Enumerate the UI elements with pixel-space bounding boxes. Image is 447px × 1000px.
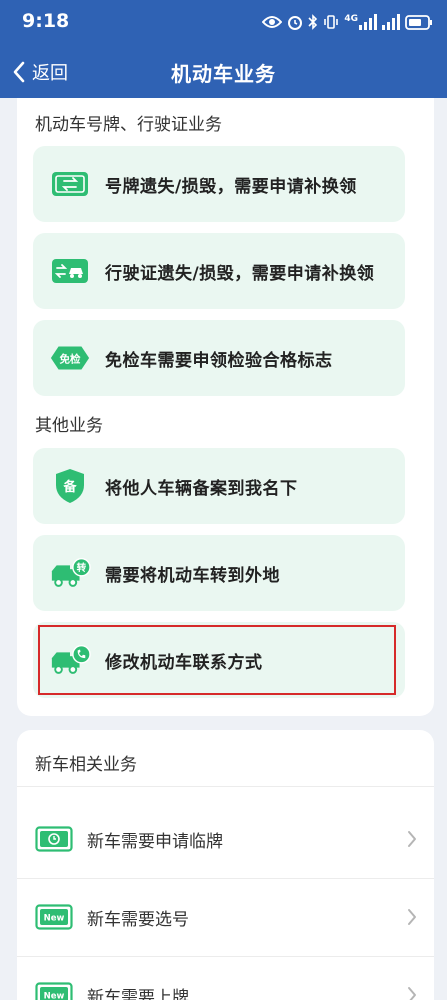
temp-plate-icon bbox=[35, 826, 73, 852]
section-title-plate: 机动车号牌、行驶证业务 bbox=[35, 115, 222, 135]
filing-shield-icon: 备 bbox=[49, 465, 91, 507]
new-plate-icon: New bbox=[35, 982, 73, 1000]
divider bbox=[17, 786, 434, 787]
new-badge-text: New bbox=[44, 914, 65, 924]
bluetooth-icon bbox=[308, 14, 318, 30]
chevron-right-icon bbox=[408, 909, 416, 925]
service-item-plate-replace[interactable]: 号牌遗失/损毁，需要申请补换领 bbox=[33, 146, 405, 222]
service-item-label: 免检车需要申领检验合格标志 bbox=[105, 350, 333, 371]
section-title-new-car: 新车相关业务 bbox=[35, 755, 137, 775]
app-header: 9:18 4G 返回 机动车业务 bbox=[0, 0, 447, 98]
new-car-services-card: 新车相关业务 新车需要申请临牌 New 新车需要选号 New 新车需要上牌 bbox=[17, 730, 434, 1000]
nav-bar: 返回 机动车业务 bbox=[0, 44, 447, 98]
status-bar: 9:18 4G bbox=[0, 0, 447, 44]
list-item-label: 新车需要申请临牌 bbox=[87, 831, 223, 852]
service-item-transfer-out[interactable]: 转 需要将机动车转到外地 bbox=[33, 535, 405, 611]
service-item-label: 将他人车辆备案到我名下 bbox=[105, 478, 298, 499]
list-item-register-plate[interactable]: New 新车需要上牌 bbox=[17, 956, 434, 1000]
network-type-label: 4G bbox=[344, 14, 358, 24]
inspection-exempt-icon: 免检 bbox=[49, 337, 91, 379]
transfer-badge-text: 转 bbox=[77, 562, 87, 574]
section-title-other: 其他业务 bbox=[35, 416, 103, 436]
inspection-badge-text: 免检 bbox=[60, 352, 81, 365]
signal-icon-2 bbox=[382, 14, 400, 30]
service-item-register-vehicle[interactable]: 备 将他人车辆备案到我名下 bbox=[33, 448, 405, 524]
list-item-label: 新车需要选号 bbox=[87, 909, 189, 930]
vehicle-services-card: 机动车号牌、行驶证业务 号牌遗失/损毁，需要申请补换领 行驶证遗失/损毁，需要申… bbox=[17, 98, 434, 716]
service-item-label: 行驶证遗失/损毁，需要申请补换领 bbox=[105, 263, 375, 284]
status-icons: 4G bbox=[262, 11, 433, 33]
new-badge-text: New bbox=[44, 992, 65, 1000]
service-item-modify-contact[interactable]: 修改机动车联系方式 bbox=[33, 622, 405, 698]
list-item-label: 新车需要上牌 bbox=[87, 987, 189, 1000]
chevron-right-icon bbox=[408, 987, 416, 1000]
service-item-inspection-mark[interactable]: 免检 免检车需要申领检验合格标志 bbox=[33, 320, 405, 396]
service-item-label: 号牌遗失/损毁，需要申请补换领 bbox=[105, 176, 357, 197]
service-item-label: 修改机动车联系方式 bbox=[105, 652, 263, 673]
list-item-choose-number[interactable]: New 新车需要选号 bbox=[17, 878, 434, 956]
vibrate-icon bbox=[324, 15, 339, 29]
eye-icon bbox=[262, 16, 283, 28]
truck-phone-icon bbox=[49, 639, 91, 681]
status-time: 9:18 bbox=[22, 10, 70, 32]
service-item-label: 需要将机动车转到外地 bbox=[105, 565, 280, 586]
page-title: 机动车业务 bbox=[171, 62, 276, 86]
driving-license-icon bbox=[49, 250, 91, 292]
alarm-icon bbox=[288, 16, 303, 30]
truck-transfer-icon: 转 bbox=[49, 552, 91, 594]
signal-icon bbox=[359, 14, 377, 30]
license-plate-icon bbox=[49, 163, 91, 205]
filing-badge-text: 备 bbox=[62, 479, 77, 495]
list-item-temp-plate[interactable]: 新车需要申请临牌 bbox=[17, 800, 434, 878]
service-item-license-replace[interactable]: 行驶证遗失/损毁，需要申请补换领 bbox=[33, 233, 405, 309]
new-plate-icon: New bbox=[35, 904, 73, 930]
battery-icon bbox=[405, 14, 432, 30]
chevron-right-icon bbox=[408, 831, 416, 847]
